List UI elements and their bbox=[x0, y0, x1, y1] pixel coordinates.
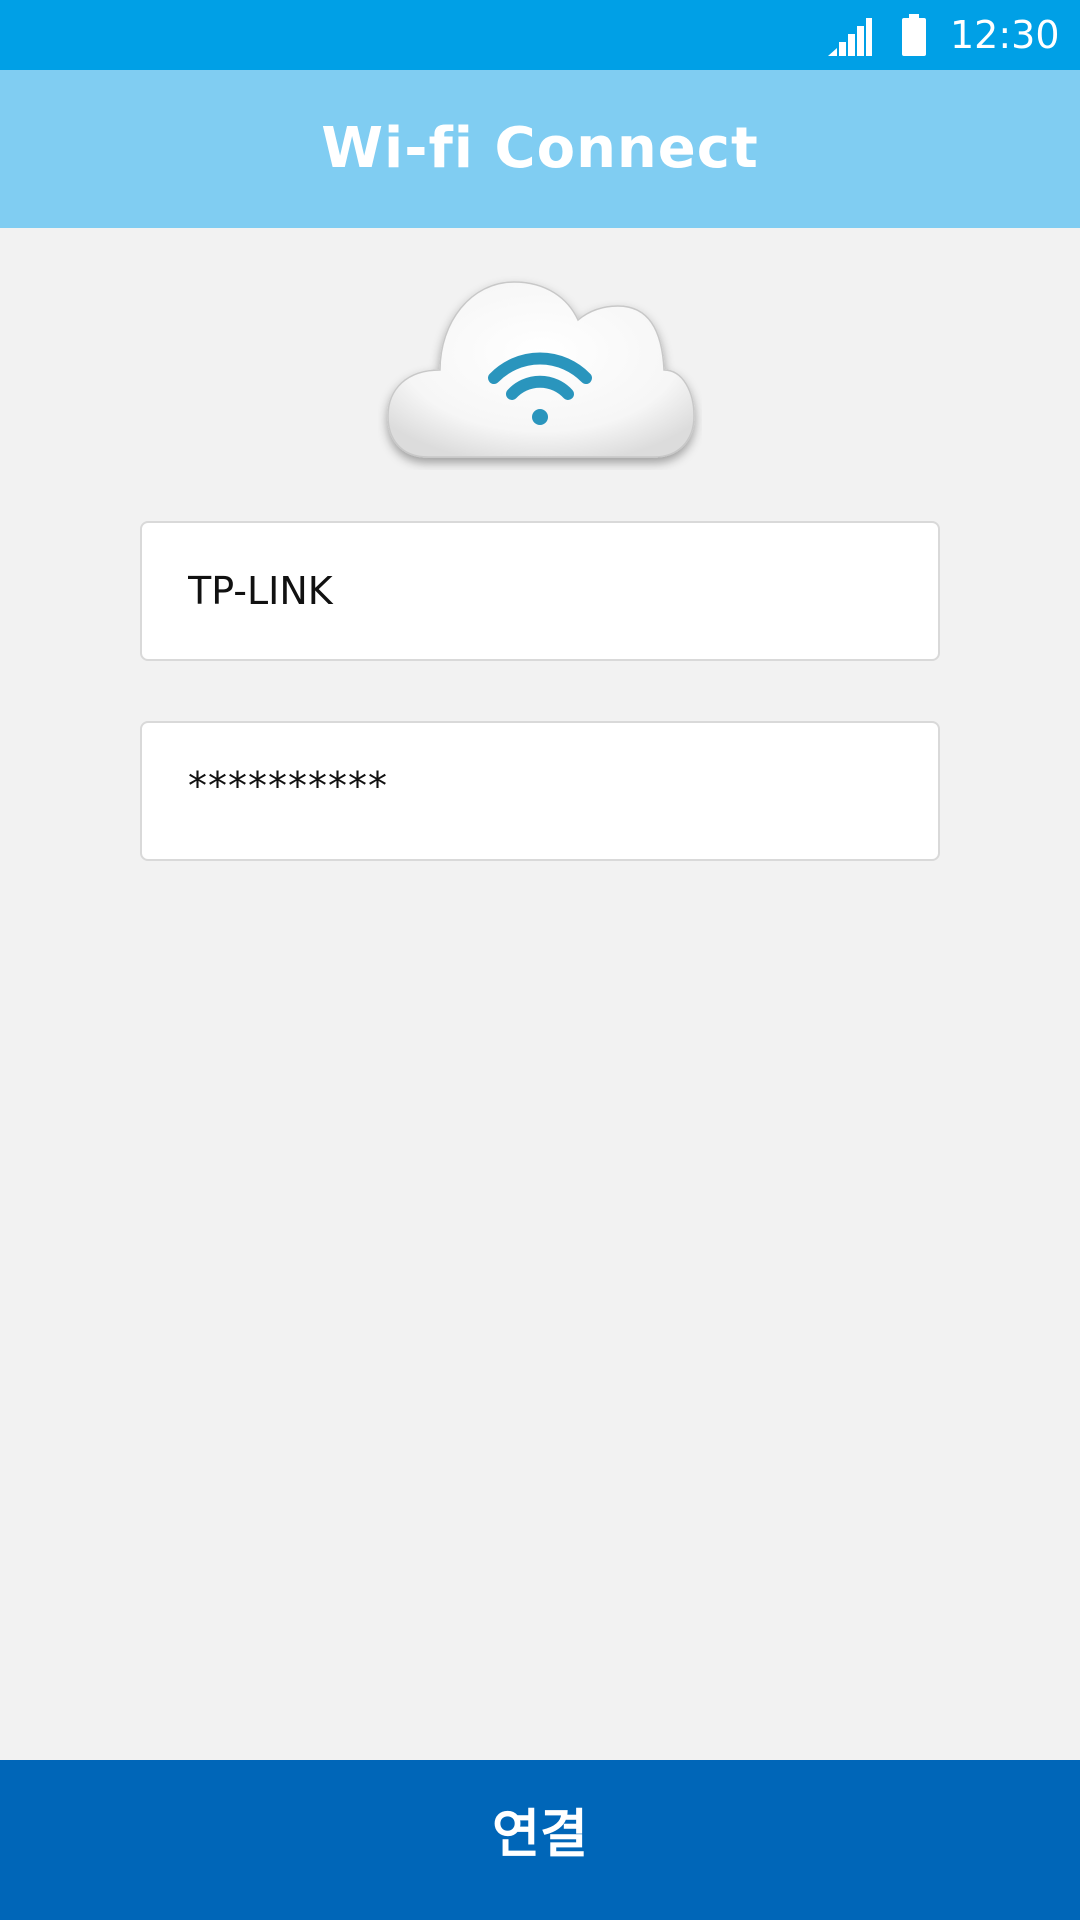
ssid-input[interactable]: TP-LINK bbox=[140, 521, 940, 661]
password-input[interactable]: ********** bbox=[140, 721, 940, 861]
ssid-value: TP-LINK bbox=[188, 569, 333, 613]
password-value: ********** bbox=[188, 764, 388, 808]
signal-strength-icon bbox=[828, 18, 872, 56]
cloud-wifi-icon bbox=[387, 281, 695, 458]
battery-icon bbox=[902, 14, 926, 56]
app-bar: Wi-fi Connect bbox=[0, 70, 1080, 228]
cloud-shape bbox=[387, 281, 695, 458]
app-title: Wi-fi Connect bbox=[321, 116, 759, 181]
connect-button[interactable]: 연결 bbox=[0, 1760, 1080, 1920]
status-time: 12:30 bbox=[950, 13, 1060, 57]
connect-button-label: 연결 bbox=[492, 1805, 588, 1865]
wifi-connect-screen: 12:30 Wi-fi Connect TP-LINK ********** 연… bbox=[0, 0, 1080, 1920]
status-bar: 12:30 bbox=[0, 0, 1080, 70]
